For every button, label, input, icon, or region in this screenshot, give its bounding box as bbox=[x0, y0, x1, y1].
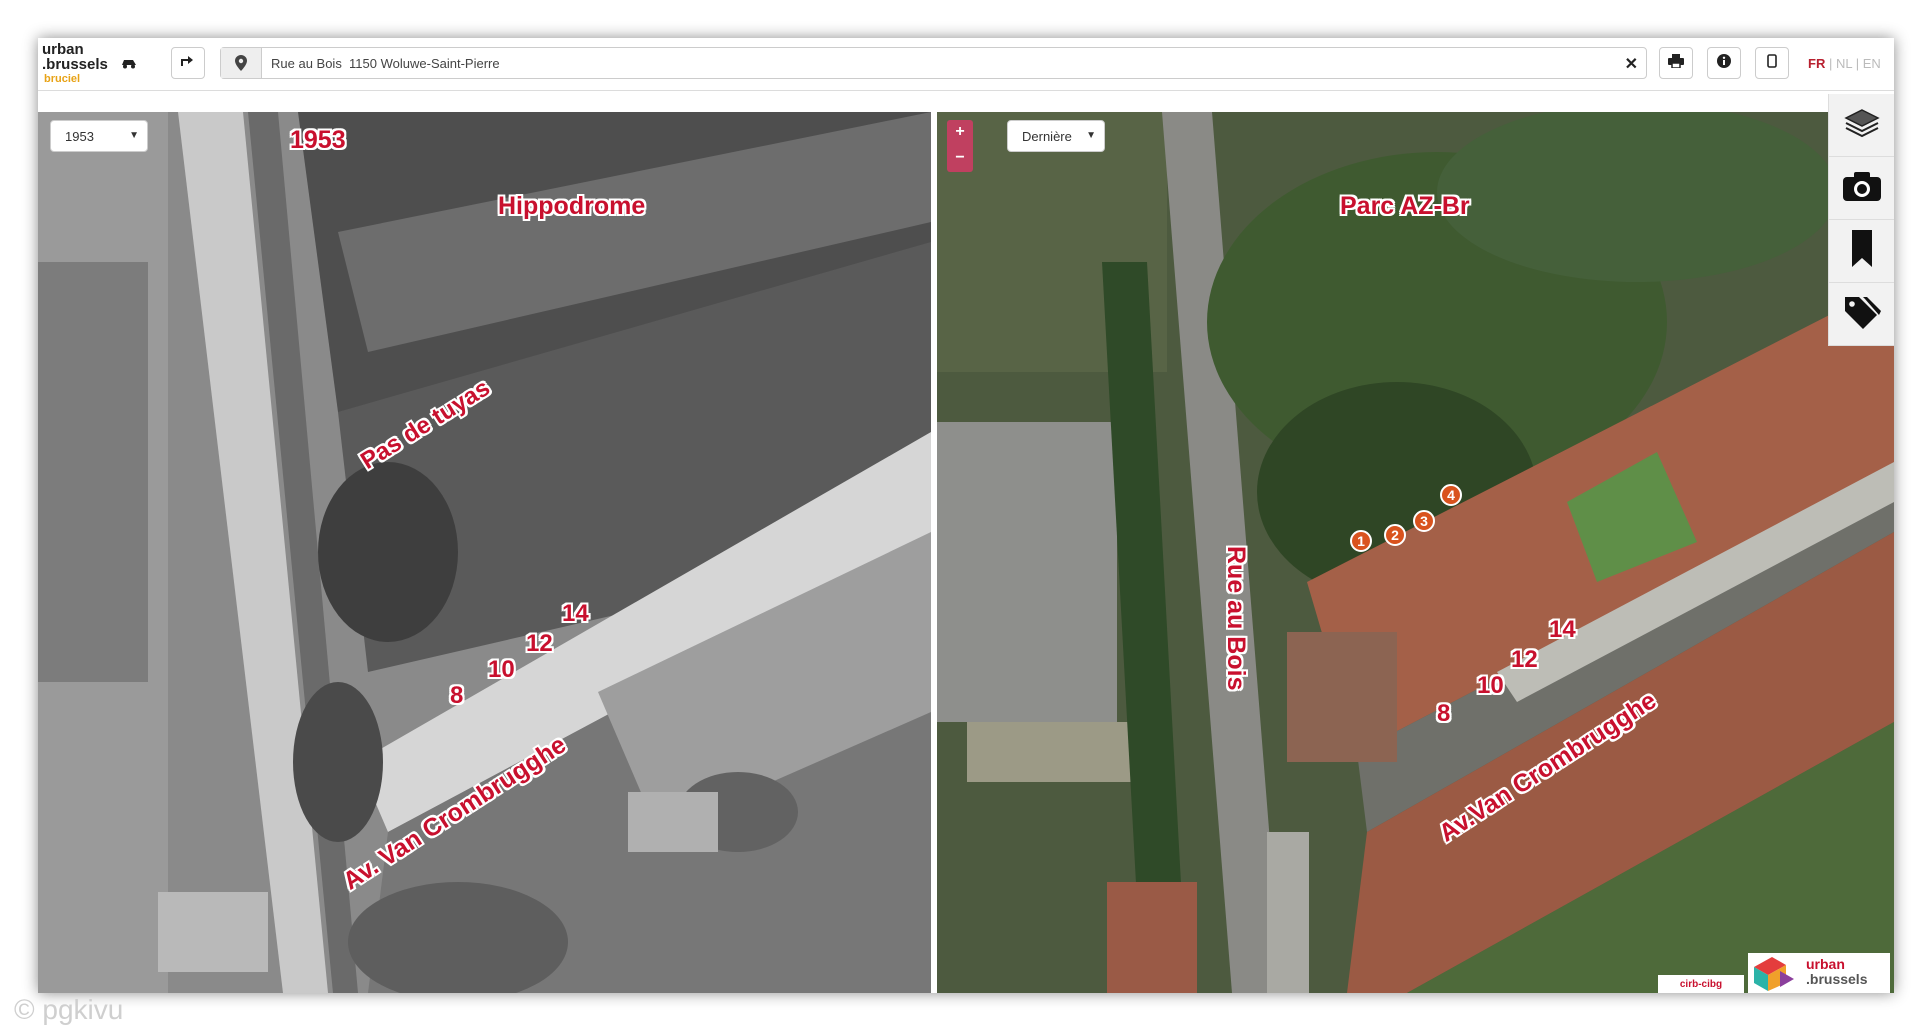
credit-urban-text: urban bbox=[1806, 956, 1845, 972]
chevron-down-icon: ▼ bbox=[1086, 130, 1096, 141]
right-toolbar bbox=[1828, 94, 1894, 346]
urban-brussels-emblem-icon bbox=[1754, 957, 1794, 991]
layers-icon bbox=[1844, 108, 1880, 143]
directions-button[interactable] bbox=[171, 47, 205, 79]
urban-brussels-logo[interactable]: urban .brussels bruciel bbox=[42, 42, 162, 86]
year-select-left-value: 1953 bbox=[65, 128, 94, 144]
current-map-pane[interactable]: + − Dernière ▼ Parc AZ-Br Rue au Bois Av… bbox=[937, 112, 1894, 993]
house-number-8: 8 bbox=[450, 682, 464, 709]
house-number-14: 14 bbox=[1549, 616, 1576, 643]
lang-fr[interactable]: FR bbox=[1808, 56, 1825, 71]
logo-line3: bruciel bbox=[44, 73, 81, 85]
tags-icon bbox=[1843, 295, 1881, 334]
lang-separator: | bbox=[1852, 56, 1863, 71]
zoom-control: + − bbox=[947, 120, 973, 172]
house-number-8: 8 bbox=[1437, 700, 1451, 727]
map-label-hippodrome: Hippodrome bbox=[498, 192, 646, 220]
tags-button[interactable] bbox=[1829, 283, 1894, 346]
copyright-watermark: © pgkivu bbox=[14, 994, 124, 1025]
cirb-credit-text: cirb-cibg bbox=[1679, 978, 1723, 990]
info-icon bbox=[1717, 54, 1731, 72]
info-button[interactable] bbox=[1707, 47, 1741, 79]
directions-icon bbox=[180, 54, 196, 72]
zoom-in-button[interactable]: + bbox=[947, 120, 973, 146]
map-label-year: 1953 bbox=[290, 126, 346, 154]
mobile-icon bbox=[1767, 54, 1777, 72]
address-search-input[interactable] bbox=[271, 48, 1591, 78]
year-select-left[interactable]: 1953 ▼ bbox=[50, 120, 148, 152]
map-label-rue-au-bois: Rue au Bois bbox=[1222, 546, 1250, 691]
lang-nl[interactable]: NL bbox=[1836, 56, 1852, 71]
camera-icon bbox=[1842, 170, 1882, 207]
bookmark-button[interactable] bbox=[1829, 220, 1894, 283]
lang-separator: | bbox=[1825, 56, 1836, 71]
house-number-10: 10 bbox=[1477, 672, 1504, 699]
house-number-12: 12 bbox=[1511, 646, 1538, 673]
map-marker-2[interactable]: 2 bbox=[1384, 524, 1406, 546]
language-switcher: FR | NL | EN bbox=[1808, 56, 1881, 71]
current-aerial-image bbox=[937, 112, 1894, 993]
house-number-10: 10 bbox=[488, 656, 515, 683]
layers-button[interactable] bbox=[1829, 94, 1894, 157]
credit-brussels-text: .brussels bbox=[1806, 971, 1868, 987]
map-marker-3[interactable]: 3 bbox=[1413, 510, 1435, 532]
house-number-12: 12 bbox=[526, 630, 553, 657]
historical-map-pane[interactable]: 1953 ▼ 1953 Hippodrome Pas de tuyas Av. … bbox=[38, 112, 931, 993]
lang-en[interactable]: EN bbox=[1863, 56, 1881, 71]
logo-line2: .brussels bbox=[42, 56, 108, 73]
top-bar: urban .brussels bruciel ✕ bbox=[38, 38, 1894, 91]
app-window: urban .brussels bruciel ✕ bbox=[38, 38, 1894, 993]
year-select-right[interactable]: Dernière ▼ bbox=[1007, 120, 1105, 152]
mobile-view-button[interactable] bbox=[1755, 47, 1789, 79]
map-marker-4[interactable]: 4 bbox=[1440, 484, 1462, 506]
map-label-parc: Parc AZ-Br bbox=[1340, 192, 1470, 220]
zoom-out-button[interactable]: − bbox=[947, 146, 973, 172]
print-icon bbox=[1668, 54, 1684, 72]
cirb-credit[interactable]: cirb-cibg bbox=[1658, 975, 1744, 993]
map-pin-icon bbox=[221, 48, 262, 78]
chevron-down-icon: ▼ bbox=[129, 130, 139, 141]
house-number-14: 14 bbox=[562, 600, 589, 627]
year-select-right-value: Dernière bbox=[1022, 128, 1072, 144]
map-credits: cirb-cibg urban .brussels bbox=[1658, 953, 1890, 993]
snapshot-button[interactable] bbox=[1829, 157, 1894, 220]
print-button[interactable] bbox=[1659, 47, 1693, 79]
urban-brussels-credit-logo[interactable]: urban .brussels bbox=[1748, 953, 1890, 993]
search-box: ✕ bbox=[220, 47, 1647, 79]
map-marker-1[interactable]: 1 bbox=[1350, 530, 1372, 552]
historical-aerial-image bbox=[38, 112, 931, 993]
close-icon[interactable]: ✕ bbox=[1625, 54, 1638, 74]
car-icon bbox=[120, 57, 138, 72]
bookmark-icon bbox=[1851, 229, 1873, 273]
